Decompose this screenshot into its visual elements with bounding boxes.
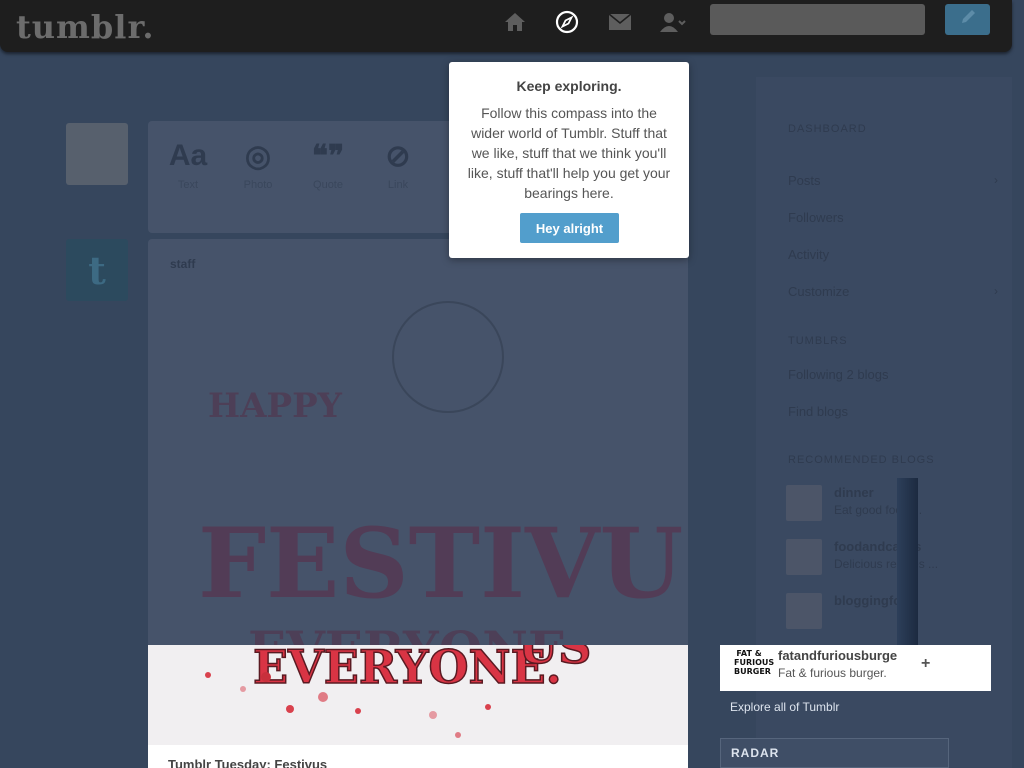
account-icon[interactable] [660,8,688,36]
explore-all-link[interactable]: Explore all of Tumblr [730,700,839,714]
sidebar-item-posts[interactable]: Posts [788,173,821,188]
quote-icon: ❝❞ [311,140,345,173]
recommended-blog-highlighted[interactable]: FAT & FURIOUS BURGER fatandfuriousburge Fa… [720,645,918,691]
post-type-label: Text [177,179,199,191]
new-post-button[interactable] [945,4,990,35]
mail-icon[interactable] [606,8,634,36]
post-type-link[interactable]: ⊘ Link [368,139,428,191]
post-body-visible: EVERYONE. US Tumblr Tuesday: Festivus [148,645,688,768]
blog-avatar [786,485,822,521]
sidebar-item-customize[interactable]: Customize [788,284,849,299]
recommended-heading: RECOMMENDED BLOGS [788,454,935,466]
blog-desc: Fat & furious burger. [778,666,887,680]
compass-icon[interactable] [553,8,581,36]
home-icon[interactable] [501,8,529,36]
post-type-label: Link [387,179,409,191]
radar-heading: RADAR [731,746,780,760]
camera-icon: ◎ [244,140,272,173]
svg-text:US: US [518,645,591,674]
blog-desc: Delicious recipes ... [834,557,939,571]
chevron-right-icon: › [994,284,998,298]
blog-avatar [786,593,822,629]
post-type-photo[interactable]: ◎ Photo [228,139,288,191]
top-navigation-bar: tumblr. [0,0,1012,52]
recommended-blog[interactable]: dinner Eat good food ... [786,483,986,523]
post-title[interactable]: Tumblr Tuesday: Festivus [168,757,327,768]
sidebar-item-followers[interactable]: Followers [788,210,844,225]
recommended-blog[interactable]: bloggingfood [786,591,986,631]
explore-tooltip-popover: Keep exploring. Follow this compass into… [449,62,689,258]
dashboard-heading: DASHBOARD [788,123,867,135]
plus-icon: + [921,655,931,672]
popover-body: Follow this compass into the wider world… [467,105,671,201]
my-avatar[interactable] [66,123,128,185]
chevron-right-icon: › [994,173,998,187]
recommended-blog[interactable]: foodandcakes Delicious recipes ... [786,537,986,577]
post-image-visible: EVERYONE. US [148,645,688,745]
blog-name: dinner [834,485,874,500]
hey-alright-button[interactable]: Hey alright [520,213,619,243]
post-type-label: Quote [313,179,343,191]
staff-avatar[interactable]: t [66,239,128,301]
post-type-quote[interactable]: ❝❞ Quote [298,139,358,191]
link-icon: ⊘ [385,140,411,173]
post-author[interactable]: staff [170,257,195,271]
pencil-icon [959,8,977,31]
sidebar-item-activity[interactable]: Activity [788,247,829,262]
blog-avatar-fatandfurious: FAT & FURIOUS BURGER [734,649,775,676]
tumblr-logo[interactable]: tumblr. [16,8,155,46]
radar-section: RADAR [720,738,949,768]
follow-button[interactable]: + [917,645,991,691]
sidebar-item-following[interactable]: Following 2 blogs [788,367,888,382]
image-text-everyone-visible: EVERYONE. [253,645,562,694]
image-text-happy: HAPPY [208,386,343,426]
popover-title: Keep exploring. [516,78,622,94]
blog-avatar [786,539,822,575]
image-text-festivus: FESTIVUS [198,507,688,620]
text-post-icon: Aa [168,139,208,172]
tumblrs-heading: TUMBLRS [788,335,848,347]
sidebar-item-find-blogs[interactable]: Find blogs [788,404,848,419]
search-input[interactable] [710,4,925,35]
post-type-label: Photo [243,179,273,191]
post-type-text[interactable]: Aa Text [158,139,218,191]
blog-name: fatandfuriousburge [778,648,898,663]
